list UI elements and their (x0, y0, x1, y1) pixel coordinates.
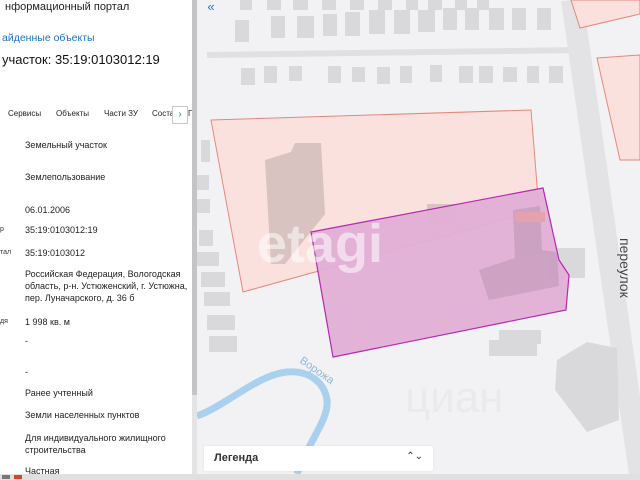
value-cadastral-number: 35:19:0103012:19 (25, 225, 98, 235)
value-cadastral-quarter: 35:19:0103012 (25, 248, 86, 258)
collapse-panel-icon[interactable]: « (203, 0, 219, 16)
taskbar-icon-red[interactable] (14, 475, 22, 479)
watermark-etagi: etagi (257, 214, 383, 274)
taskbar-strip (0, 474, 640, 480)
taskbar-icon[interactable] (2, 475, 10, 479)
value-object-type: Земельный участок (25, 140, 107, 150)
label-fragment-cadastral-number: р (0, 226, 4, 233)
label-fragment-area: дя (0, 318, 8, 325)
watermark-cian: циан (405, 373, 504, 422)
tab-objects[interactable]: Объекты (56, 109, 89, 118)
value-subtype: Землепользование (25, 172, 106, 182)
legend-dropdown[interactable]: Легенда ⌃⌄ (204, 446, 433, 471)
panel-scrollbar[interactable] (192, 0, 197, 474)
street-road (206, 47, 583, 58)
map-canvas[interactable]: Ворожа переулок etagi циан (197, 0, 640, 474)
panel-scrollbar-thumb[interactable] (192, 0, 197, 395)
info-panel: нформационный портал айденные объекты уч… (0, 0, 192, 474)
tab-parcel-parts[interactable]: Части ЗУ (104, 109, 138, 118)
portal-title: нформационный портал (5, 1, 130, 13)
map-view[interactable]: Ворожа переулок etagi циан (197, 0, 640, 474)
street-label: переулок (617, 238, 633, 299)
parcel-title: участок: 35:19:0103012:19 (2, 52, 160, 67)
label-fragment-quarter: тал (0, 249, 12, 256)
chevron-updown-icon: ⌃⌄ (406, 451, 423, 462)
tab-services[interactable]: Сервисы (8, 109, 41, 118)
tab-bar: Сервисы Объекты Части ЗУ Соста › Г (0, 106, 192, 124)
value-area: 1 998 кв. м (25, 317, 70, 327)
value-land-category: Земли населенных пунктов (25, 410, 140, 420)
tabs-next-button[interactable]: › (172, 106, 188, 124)
value-dash-2: - (25, 367, 28, 377)
value-permitted-use: Для индивидуального жилищного строительс… (25, 433, 166, 455)
tab-composition[interactable]: Соста (152, 109, 174, 118)
found-objects-link[interactable]: айденные объекты (2, 32, 95, 44)
value-ownership: Частная (25, 466, 60, 474)
value-registration-date: 06.01.2006 (25, 205, 71, 215)
value-dash-1: - (25, 336, 28, 346)
value-status: Ранее учтенный (25, 388, 93, 398)
legend-label: Легенда (214, 452, 259, 464)
value-address: Российская Федерация, Вологодская област… (25, 269, 188, 303)
building-lower-right (555, 342, 619, 432)
